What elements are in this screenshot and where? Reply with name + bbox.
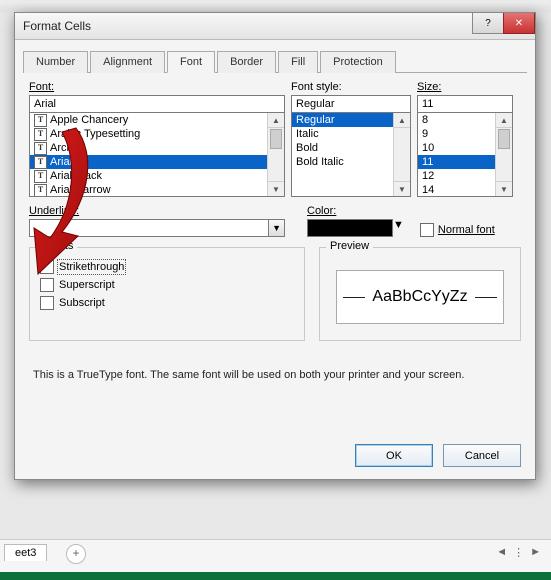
scrollbar[interactable]: ▲▼ — [267, 113, 284, 196]
scrollbar[interactable]: ▲▼ — [393, 113, 410, 196]
dialog-title: Format Cells — [23, 19, 91, 33]
color-swatch[interactable] — [307, 219, 393, 237]
effects-group: Effects Strikethrough Superscript Subscr… — [29, 247, 305, 341]
ok-button[interactable]: OK — [355, 444, 433, 467]
chevron-down-icon[interactable]: ▼ — [268, 219, 285, 237]
preview-label: Preview — [326, 240, 373, 252]
tabstrip: Number Alignment Font Border Fill Protec… — [23, 50, 527, 73]
tab-number[interactable]: Number — [23, 51, 88, 73]
close-button[interactable]: ✕ — [503, 13, 535, 34]
nav-next-icon[interactable]: ► — [530, 546, 541, 559]
truetype-icon: T — [34, 128, 47, 141]
tab-protection[interactable]: Protection — [320, 51, 396, 73]
truetype-icon: T — [34, 184, 47, 197]
subscript-checkbox[interactable]: Subscript — [40, 296, 294, 310]
font-style-input[interactable] — [291, 95, 411, 113]
preview-group: Preview AaBbCcYyZz — [319, 247, 521, 341]
help-button[interactable]: ? — [472, 13, 503, 34]
chevron-down-icon[interactable]: ▼ — [393, 219, 404, 237]
hint-text: This is a TrueType font. The same font w… — [33, 369, 517, 381]
list-item: TArabic Typesetting — [30, 127, 284, 141]
list-item: TArial — [30, 155, 284, 169]
size-list[interactable]: 8 9 10 11 12 14 ▲▼ — [417, 113, 513, 197]
tab-alignment[interactable]: Alignment — [90, 51, 165, 73]
color-label: Color: — [307, 205, 404, 217]
background-ribbon — [0, 0, 551, 12]
titlebar[interactable]: Format Cells ? ✕ — [15, 13, 535, 40]
font-label: Font: — [29, 81, 285, 93]
checkbox-icon — [40, 296, 54, 310]
sheet-tab-bar: eet3 + ◄ ⋮ ► — [0, 539, 551, 580]
font-input[interactable] — [29, 95, 285, 113]
underline-label: Underline: — [29, 205, 285, 217]
strikethrough-checkbox[interactable]: Strikethrough — [40, 260, 294, 274]
cancel-button[interactable]: Cancel — [443, 444, 521, 467]
truetype-icon: T — [34, 170, 47, 183]
checkbox-icon — [40, 260, 54, 274]
list-item: TArial Narrow — [30, 183, 284, 197]
preview-box: AaBbCcYyZz — [336, 270, 504, 324]
underline-combo[interactable]: ▼ — [29, 219, 285, 237]
format-cells-dialog: Format Cells ? ✕ Number Alignment Font B… — [14, 12, 536, 480]
checkbox-icon — [40, 278, 54, 292]
normal-font-checkbox[interactable]: Normal font — [420, 223, 495, 237]
font-style-list[interactable]: Regular Italic Bold Bold Italic ▲▼ — [291, 113, 411, 197]
underline-input[interactable] — [29, 219, 268, 237]
size-label: Size: — [417, 81, 513, 93]
truetype-icon: T — [34, 142, 47, 155]
scrollbar[interactable]: ▲▼ — [495, 113, 512, 196]
list-item: TApple Chancery — [30, 113, 284, 127]
checkbox-icon — [420, 223, 434, 237]
tab-fill[interactable]: Fill — [278, 51, 318, 73]
list-item: TArchie — [30, 141, 284, 155]
tab-font[interactable]: Font — [167, 51, 215, 73]
font-list[interactable]: TApple Chancery TArabic Typesetting TArc… — [29, 113, 285, 197]
nav-divider: ⋮ — [513, 546, 524, 559]
nav-prev-icon[interactable]: ◄ — [496, 546, 507, 559]
size-input[interactable] — [417, 95, 513, 113]
tab-border[interactable]: Border — [217, 51, 276, 73]
truetype-icon: T — [34, 114, 47, 127]
sheet-tab[interactable]: eet3 — [4, 544, 47, 561]
truetype-icon: T — [34, 156, 47, 169]
new-sheet-button[interactable]: + — [66, 544, 86, 564]
preview-text: AaBbCcYyZz — [372, 288, 467, 306]
font-style-label: Font style: — [291, 81, 411, 93]
superscript-checkbox[interactable]: Superscript — [40, 278, 294, 292]
effects-label: Effects — [36, 240, 77, 252]
status-bar — [0, 572, 551, 580]
list-item: TArial Black — [30, 169, 284, 183]
